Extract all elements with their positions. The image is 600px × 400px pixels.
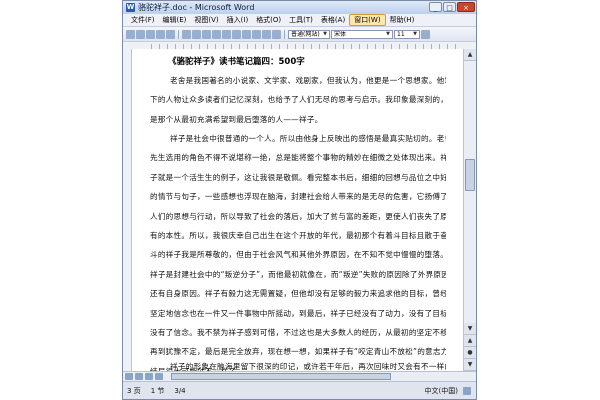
window-title: 骆驼祥子.doc - Microsoft Word (138, 3, 255, 12)
undo-icon[interactable] (212, 29, 221, 39)
text-line: 没有了信念。我不禁为祥子感到可惜，不过这也是大多数人的经历，从最初的坚定不移 (150, 328, 446, 338)
scroll-bottom-buttons: ▼ ▲ ● ▼ (464, 323, 476, 371)
columns-icon[interactable] (252, 29, 261, 39)
document-title: 《骆驼祥子》读书笔记篇四：500字 (168, 57, 305, 67)
toolbar-separator (178, 29, 179, 39)
vertical-ruler[interactable] (123, 49, 132, 371)
chevron-down-icon: ▼ (413, 30, 417, 37)
document-page[interactable]: 《骆驼祥子》读书笔记篇四：500字 老舍是我国著名的小说家、文学家、戏剧家，但我… (132, 49, 464, 371)
vertical-scrollbar[interactable]: ▲ ▼ ▲ ● ▼ (463, 49, 476, 371)
toolbar-separator (284, 29, 285, 39)
font-combo-value: 宋体 (334, 30, 347, 38)
print-preview-icon[interactable] (166, 29, 175, 39)
text-line: 老舍是我国著名的小说家、文学家、戏剧家，但我认为，他更是一个思想家。他笔 (170, 76, 446, 85)
table-icon[interactable] (242, 29, 251, 39)
menu-file[interactable]: 文件(F) (127, 15, 159, 25)
status-page: 3 页 (127, 386, 141, 395)
paste-icon[interactable] (202, 29, 211, 39)
text-line: 祥子的形象在脑海里留下很深的印记，或许若干年后，再次回味时又会有不一样的 (170, 362, 446, 371)
text-line: 斗的祥子我是所尊敬的，但由于社会风气和其他外界原因，在不知不觉中慢慢的堕落。 (150, 250, 446, 260)
maximize-button[interactable]: □ (443, 2, 456, 12)
open-folder-icon[interactable] (136, 29, 145, 39)
style-combo-value: 普通(网站) (291, 30, 320, 38)
status-language: 中文(中国) (424, 386, 458, 395)
normal-view-icon[interactable] (125, 373, 133, 380)
text-line: 人们的思想与行动，所以导致了社会的落后，加大了贫与富的差距，更使人们丧失了原 (150, 211, 446, 221)
menu-view[interactable]: 视图(V) (190, 15, 222, 25)
close-button[interactable]: × (457, 2, 475, 12)
scroll-down-icon[interactable]: ▼ (464, 323, 476, 335)
text-line: 祥子是封建社会中的“叛逆分子”，而他最初就像在，而“叛逆”失败的原因除了外界原因… (150, 269, 446, 279)
title-bar: W 骆驼祥子.doc - Microsoft Word _ □ × (123, 1, 476, 14)
spelling-status-icon[interactable] (463, 386, 471, 395)
redo-icon[interactable] (222, 29, 231, 39)
horizontal-scroll-thumb[interactable] (171, 373, 391, 380)
font-combo[interactable]: 宋体 ▼ (331, 29, 393, 39)
show-marks-icon[interactable] (272, 29, 281, 39)
scroll-up-icon[interactable]: ▲ (464, 49, 476, 61)
paragraph-1: 老舍是我国著名的小说家、文学家、戏剧家，但我认为，他更是一个思想家。他笔 下的人… (150, 71, 446, 129)
status-section: 1 节 (150, 386, 165, 395)
previous-page-icon[interactable]: ▲ (464, 335, 476, 347)
chevron-down-icon: ▼ (323, 30, 327, 37)
new-document-icon[interactable] (126, 29, 135, 39)
chevron-down-icon: ▼ (386, 30, 390, 37)
next-page-icon[interactable]: ▼ (464, 359, 476, 371)
scroll-thumb[interactable] (465, 159, 475, 191)
outline-view-icon[interactable] (155, 373, 163, 380)
text-line: 的情节与句子，一些感想也浮现在脑海，封建社会给人带来的是无尽的危害，它扬傅了 (150, 192, 446, 202)
text-line: 祥子是社会中很普通的一个人。所以由他身上反映出的感悟是最真实贴切的。老舍 (170, 134, 446, 143)
save-icon[interactable] (146, 29, 155, 39)
status-bar: 3 页 1 节 3/4 中文(中国) (123, 381, 476, 399)
horizontal-scrollbar[interactable] (123, 371, 476, 381)
web-view-icon[interactable] (135, 373, 143, 380)
link-icon[interactable] (232, 29, 241, 39)
text-line: 先生选用的角色不得不说堪称一绝，总是能将整个事物的精妙在细微之处体现出来。祥 (150, 153, 446, 163)
menu-help[interactable]: 帮助(H) (386, 15, 419, 25)
copy-icon[interactable] (192, 29, 201, 39)
menu-tools[interactable]: 工具(T) (285, 15, 317, 25)
menu-table[interactable]: 表格(A) (317, 15, 349, 25)
window-controls: _ □ × (429, 2, 475, 12)
drawing-icon[interactable] (262, 29, 271, 39)
word-window: W 骆驼祥子.doc - Microsoft Word _ □ × 文件(F) … (122, 0, 477, 400)
menu-format[interactable]: 格式(O) (252, 15, 285, 25)
minimize-button[interactable]: _ (429, 2, 442, 12)
formatting-toolbar: 普通(网站) ▼ 宋体 ▼ 11 ▼ (123, 27, 476, 42)
menu-window[interactable]: 窗口(W) (349, 14, 386, 26)
cut-icon[interactable] (182, 29, 191, 39)
print-icon[interactable] (156, 29, 165, 39)
text-line: 是那个从最初充满希望到最后堕落的人——祥子。 (150, 114, 323, 124)
word-app-icon: W (126, 3, 135, 12)
style-combo[interactable]: 普通(网站) ▼ (288, 29, 330, 39)
print-view-icon[interactable] (145, 373, 153, 380)
paragraph-2: 祥子是社会中很普通的一个人。所以由他身上反映出的感悟是最真实贴切的。老舍 先生选… (150, 129, 446, 371)
font-size-combo-value: 11 (397, 30, 405, 38)
text-line: 子就是一个活生生的例子，这让我很是敬佩。看完整本书后，细细的回想与品位之中好 (150, 172, 446, 182)
bold-icon[interactable] (421, 29, 430, 39)
text-line: 还有自身原因。祥子有毅力这无需置疑，但他却没有足够的毅力来追求他的目标，曾经 (150, 289, 446, 299)
menu-edit[interactable]: 编辑(E) (159, 15, 191, 25)
font-size-combo[interactable]: 11 ▼ (394, 29, 420, 39)
paragraph-3: 祥子的形象在脑海里留下很深的印记，或许若干年后，再次回味时又会有不一样的 (150, 357, 446, 371)
text-line: 有的本性。所以，我很庆幸自己出生在这个开放的年代，最初那个有着斗目标且散于奋 (150, 231, 446, 241)
status-page-count: 3/4 (174, 386, 186, 395)
text-line: 坚定地信念也在一件又一件事物中所摇动，到最后，祥子已经没有了动力，没有了目标， (150, 308, 446, 318)
browse-object-icon[interactable]: ● (464, 347, 476, 359)
menu-bar: 文件(F) 编辑(E) 视图(V) 插入(I) 格式(O) 工具(T) 表格(A… (123, 14, 476, 27)
menu-insert[interactable]: 插入(I) (223, 15, 253, 25)
text-line: 下的人物让众多读者们记忆深刻，也给予了人们无尽的思考与启示。我印象最深刻的， (150, 95, 446, 105)
